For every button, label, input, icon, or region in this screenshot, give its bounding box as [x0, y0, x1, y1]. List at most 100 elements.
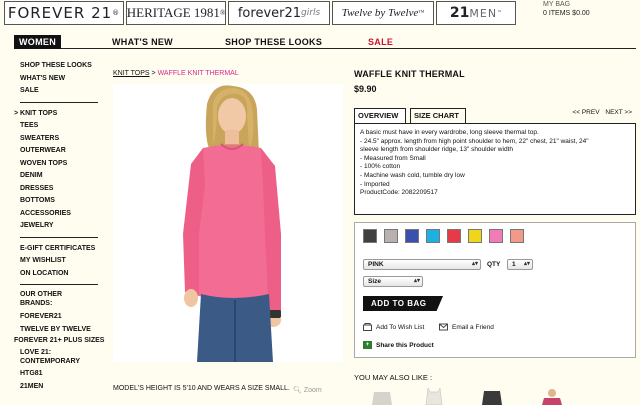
next-link[interactable]: NEXT >> [605, 109, 632, 116]
sidebar-item-accessories[interactable]: ACCESSORIES [20, 208, 100, 221]
brand-heritage-label: HERITAGE 1981 [126, 5, 220, 20]
color-swatch[interactable] [363, 229, 377, 243]
product-description: A basic must have in every wardrobe, lon… [354, 123, 636, 215]
sidebar-brand-plus[interactable]: FOREVER 21+ PLUS SIZES [14, 336, 110, 345]
color-swatch[interactable] [447, 229, 461, 243]
sidebar-item-shop-these-looks[interactable]: SHOP THESE LOOKS [20, 60, 100, 73]
purchase-panel: PINK ▴▾ QTY 1 ▴▾ Size ▴▾ ADD TO BAG Add … [354, 222, 636, 358]
sidebar-item-my-wishlist[interactable]: MY WISHLIST [20, 255, 100, 268]
sidebar-item-tees[interactable]: TEES [20, 120, 100, 133]
my-bag[interactable]: MY BAG 0 ITEMS $0.00 [543, 0, 590, 18]
brand-tab-f21girls[interactable]: forever21 girls [228, 1, 330, 25]
recommendation-thumb[interactable] [478, 388, 506, 405]
color-swatch[interactable] [426, 229, 440, 243]
sidebar-item-knit-tops[interactable]: > KNIT TOPS [14, 108, 100, 121]
description-line: ProductCode: 2082209517 [360, 189, 438, 197]
sidebar-divider [20, 284, 98, 285]
product-tabs: OVERVIEW SIZE CHART << PREV NEXT >> [354, 108, 636, 123]
add-to-bag-button[interactable]: ADD TO BAG [363, 296, 443, 311]
wishlist-label: Add To Wish List [376, 323, 425, 331]
sidebar-item-sale[interactable]: SALE [20, 85, 100, 98]
sidebar-brand-love21[interactable]: LOVE 21: CONTEMPORARY [20, 348, 88, 366]
size-select[interactable]: Size ▴▾ [363, 276, 423, 287]
sidebar-item-woven-tops[interactable]: WOVEN TOPS [20, 158, 100, 171]
description-line: - Imported [360, 180, 390, 188]
brand-forever21-label: FOREVER 21 [7, 4, 113, 22]
nav-women[interactable]: WOMEN [14, 35, 61, 49]
breadcrumb: KNIT TOPS > WAFFLE KNIT THERMAL [113, 70, 239, 77]
size-select-value: Size [368, 278, 382, 285]
my-bag-items: 0 ITEMS $0.00 [543, 10, 590, 17]
recommendation-thumb[interactable] [420, 388, 448, 405]
my-bag-label: MY BAG [543, 1, 571, 8]
brand-21men-num: 21 [449, 5, 470, 21]
sidebar-item-e-gift[interactable]: E-GIFT CERTIFICATES [20, 243, 100, 256]
select-arrows-icon: ▴▾ [523, 261, 530, 267]
color-swatch[interactable] [405, 229, 419, 243]
tab-size-chart[interactable]: SIZE CHART [410, 108, 466, 123]
sidebar-brand-htg81[interactable]: HTG81 [20, 368, 100, 381]
breadcrumb-separator: > [151, 70, 156, 77]
recommendation-thumb[interactable] [368, 388, 396, 405]
sidebar-item-bottoms[interactable]: BOTTOMS [20, 195, 100, 208]
nav-shop-these-looks[interactable]: SHOP THESE LOOKS [225, 35, 322, 49]
select-arrows-icon: ▴▾ [413, 278, 420, 284]
description-line: - 100% cotton [360, 163, 401, 171]
brand-f21girls-suffix: girls [301, 8, 321, 18]
recommendation-thumb[interactable] [538, 388, 566, 405]
sidebar-item-on-location[interactable]: ON LOCATION [20, 268, 100, 281]
description-line: - 24.5" approx. length from high point s… [360, 137, 589, 145]
breadcrumb-parent[interactable]: KNIT TOPS [113, 70, 150, 77]
brand-21men-mark: ™ [497, 10, 503, 16]
brand-twelve-label: Twelve by Twelve [341, 7, 419, 19]
color-select[interactable]: PINK ▴▾ [363, 259, 481, 270]
sidebar: SHOP THESE LOOKS WHAT'S NEW SALE > KNIT … [14, 60, 104, 394]
qty-select[interactable]: 1 ▴▾ [507, 259, 533, 270]
wishlist-icon [363, 323, 372, 331]
product-photo[interactable] [113, 84, 343, 362]
qty-label: QTY [487, 261, 501, 268]
you-may-also-like-heading: YOU MAY ALSO LIKE : [354, 373, 433, 382]
brand-twelve-mark: ™ [418, 10, 425, 16]
sidebar-item-jewelry[interactable]: JEWELRY [20, 220, 100, 233]
product-price: $9.90 [354, 84, 377, 94]
sidebar-brand-21men[interactable]: 21MEN [20, 381, 100, 394]
sidebar-item-denim[interactable]: DENIM [20, 170, 100, 183]
brand-tab-twelve[interactable]: Twelve by Twelve ™ [332, 1, 434, 25]
brand-f21girls-label: forever21 [237, 5, 302, 21]
sidebar-brand-forever21[interactable]: FOREVER21 [20, 311, 100, 324]
color-select-value: PINK [368, 261, 384, 268]
color-swatch[interactable] [384, 229, 398, 243]
sidebar-divider [20, 236, 98, 238]
product-pager: << PREV NEXT >> [568, 109, 632, 116]
add-to-wishlist-link[interactable]: Add To Wish List [363, 323, 424, 331]
sidebar-item-sweaters[interactable]: SWEATERS [20, 133, 100, 146]
brand-heritage-mark: ® [219, 9, 226, 17]
select-arrows-icon: ▴▾ [471, 261, 478, 267]
sidebar-divider [20, 101, 98, 103]
description-line: A basic must have in every wardrobe, lon… [360, 129, 539, 136]
recommendation-thumbnails [354, 388, 636, 405]
nav-sale[interactable]: SALE [368, 35, 393, 49]
sidebar-item-whats-new[interactable]: WHAT'S NEW [20, 73, 100, 86]
main-nav: WOMEN WHAT'S NEW SHOP THESE LOOKS SALE [14, 35, 636, 49]
sidebar-brand-twelve[interactable]: TWELVE BY TWELVE [20, 324, 100, 337]
brand-tab-heritage[interactable]: HERITAGE 1981 ® [126, 1, 226, 25]
share-product-link[interactable]: + Share this Product [363, 341, 434, 349]
description-line: - Machine wash cold, tumble dry low [360, 171, 465, 179]
sidebar-item-outerwear[interactable]: OUTERWEAR [20, 145, 100, 158]
color-swatch[interactable] [468, 229, 482, 243]
color-swatch[interactable] [510, 229, 524, 243]
color-swatch[interactable] [489, 229, 503, 243]
prev-link[interactable]: << PREV [572, 109, 599, 116]
product-title: WAFFLE KNIT THERMAL [354, 69, 465, 79]
qty-select-value: 1 [512, 261, 516, 268]
email-icon [439, 323, 448, 331]
email-friend-link[interactable]: Email a Friend [439, 323, 494, 331]
tab-overview[interactable]: OVERVIEW [354, 108, 406, 123]
brand-tab-21men[interactable]: 21 MEN ™ [436, 1, 516, 25]
zoom-button[interactable]: 🔍︎ Zoom [293, 386, 322, 394]
nav-whats-new[interactable]: WHAT'S NEW [112, 35, 173, 49]
brand-tab-forever21[interactable]: FOREVER 21 ® [4, 1, 124, 25]
sidebar-item-dresses[interactable]: DRESSES [20, 183, 100, 196]
